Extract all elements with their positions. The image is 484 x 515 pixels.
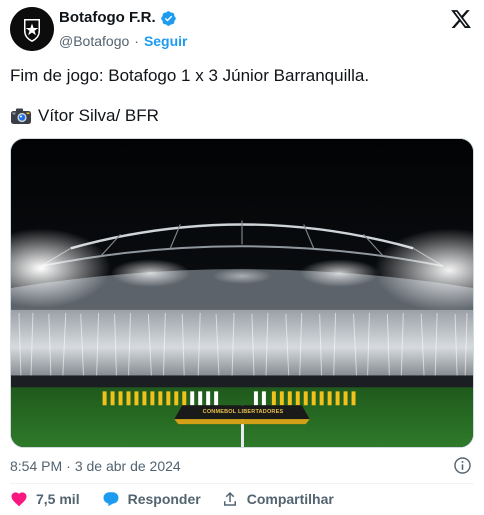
- tweet-embed-card: Botafogo F.R. @Botafogo · Seguir Fim de …: [0, 0, 484, 515]
- info-icon[interactable]: [453, 456, 472, 475]
- action-bar: 7,5 mil Responder Compartilhar: [10, 490, 354, 508]
- heart-icon: [11, 492, 27, 507]
- reply-label: Responder: [127, 490, 201, 507]
- tweet-time: 8:54 PM: [10, 458, 63, 474]
- share-label: Compartilhar: [246, 490, 334, 507]
- reply-button[interactable]: Responder: [102, 490, 201, 508]
- tweet-text: Fim de jogo: Botafogo 1 x 3 Júnior Barra…: [10, 66, 370, 85]
- camera-icon: [11, 108, 31, 124]
- share-icon: [223, 491, 236, 506]
- like-button[interactable]: 7,5 mil: [10, 490, 80, 508]
- verified-badge-icon: [160, 10, 176, 26]
- author-display-name[interactable]: Botafogo F.R.: [59, 9, 156, 27]
- avatar[interactable]: [10, 7, 54, 51]
- share-button[interactable]: Compartilhar: [221, 490, 334, 508]
- divider: [10, 483, 474, 484]
- author-name-row: Botafogo F.R.: [59, 9, 177, 27]
- timestamp-separator: ·: [66, 458, 71, 474]
- stadium-photo: [11, 139, 473, 447]
- tweet-photo[interactable]: CONMEBOL LIBERTADORES: [10, 138, 474, 448]
- separator-dot: ·: [134, 33, 139, 49]
- author-handle-row: @Botafogo · Seguir: [59, 33, 188, 50]
- banner-text: CONMEBOL LIBERTADORES: [202, 409, 284, 415]
- photo-credit-line: Vítor Silva/ BFR: [10, 105, 159, 127]
- like-count: 7,5 mil: [36, 490, 80, 507]
- follow-button[interactable]: Seguir: [144, 33, 188, 50]
- tweet-date: 3 de abr de 2024: [74, 458, 181, 474]
- x-logo-icon[interactable]: [450, 8, 472, 30]
- photo-credit-text: Vítor Silva/ BFR: [38, 106, 159, 125]
- reply-icon: [103, 492, 119, 507]
- timestamp-row[interactable]: 8:54 PM · 3 de abr de 2024: [10, 458, 181, 475]
- botafogo-crest-icon: [10, 7, 54, 51]
- author-handle[interactable]: @Botafogo: [59, 33, 129, 50]
